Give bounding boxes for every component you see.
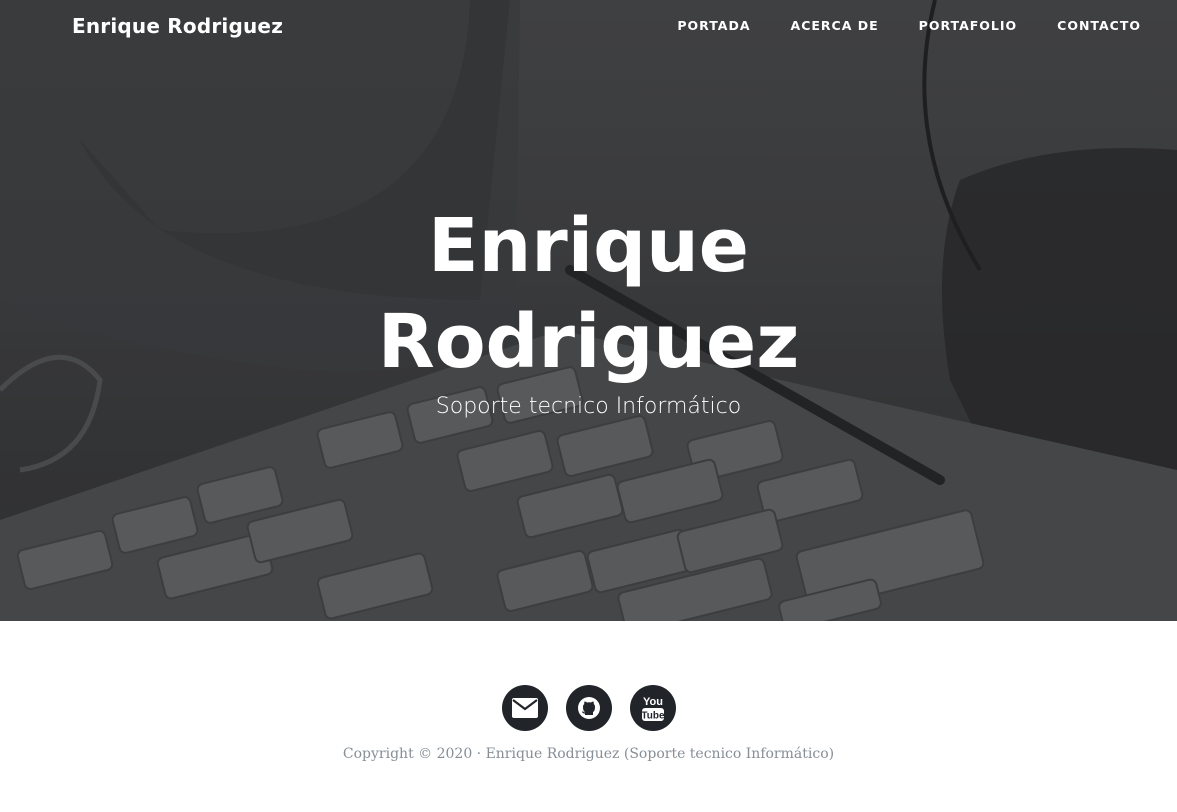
nav-link-acerca-de[interactable]: ACERCA DE [791, 18, 879, 33]
github-icon [577, 697, 600, 719]
youtube-link[interactable]: You Tube [629, 685, 676, 731]
youtube-icon: You Tube [641, 696, 665, 722]
hero-title-line-1: Enrique [428, 203, 749, 289]
email-link[interactable] [501, 685, 548, 731]
nav-link-portada[interactable]: PORTADA [677, 18, 750, 33]
copyright-text: Copyright © 2020 · Enrique Rodriguez (So… [342, 746, 835, 762]
main-nav: PORTADA ACERCA DE PORTAFOLIO CONTACTO [677, 18, 1141, 33]
hero-title: Enrique Rodriguez [0, 198, 1177, 390]
svg-text:Tube: Tube [641, 711, 665, 722]
brand-link[interactable]: Enrique Rodriguez [72, 14, 283, 38]
hero-banner: Enrique Rodriguez PORTADA ACERCA DE PORT… [0, 0, 1177, 621]
github-link[interactable] [565, 685, 612, 731]
hero-title-line-2: Rodriguez [377, 299, 800, 385]
nav-link-contacto[interactable]: CONTACTO [1057, 18, 1141, 33]
nav-link-portafolio[interactable]: PORTAFOLIO [919, 18, 1018, 33]
hero-subtitle: Soporte tecnico Informático [435, 394, 742, 419]
svg-text:You: You [643, 696, 663, 708]
social-links: You Tube [0, 685, 1177, 731]
envelope-icon [511, 698, 538, 718]
